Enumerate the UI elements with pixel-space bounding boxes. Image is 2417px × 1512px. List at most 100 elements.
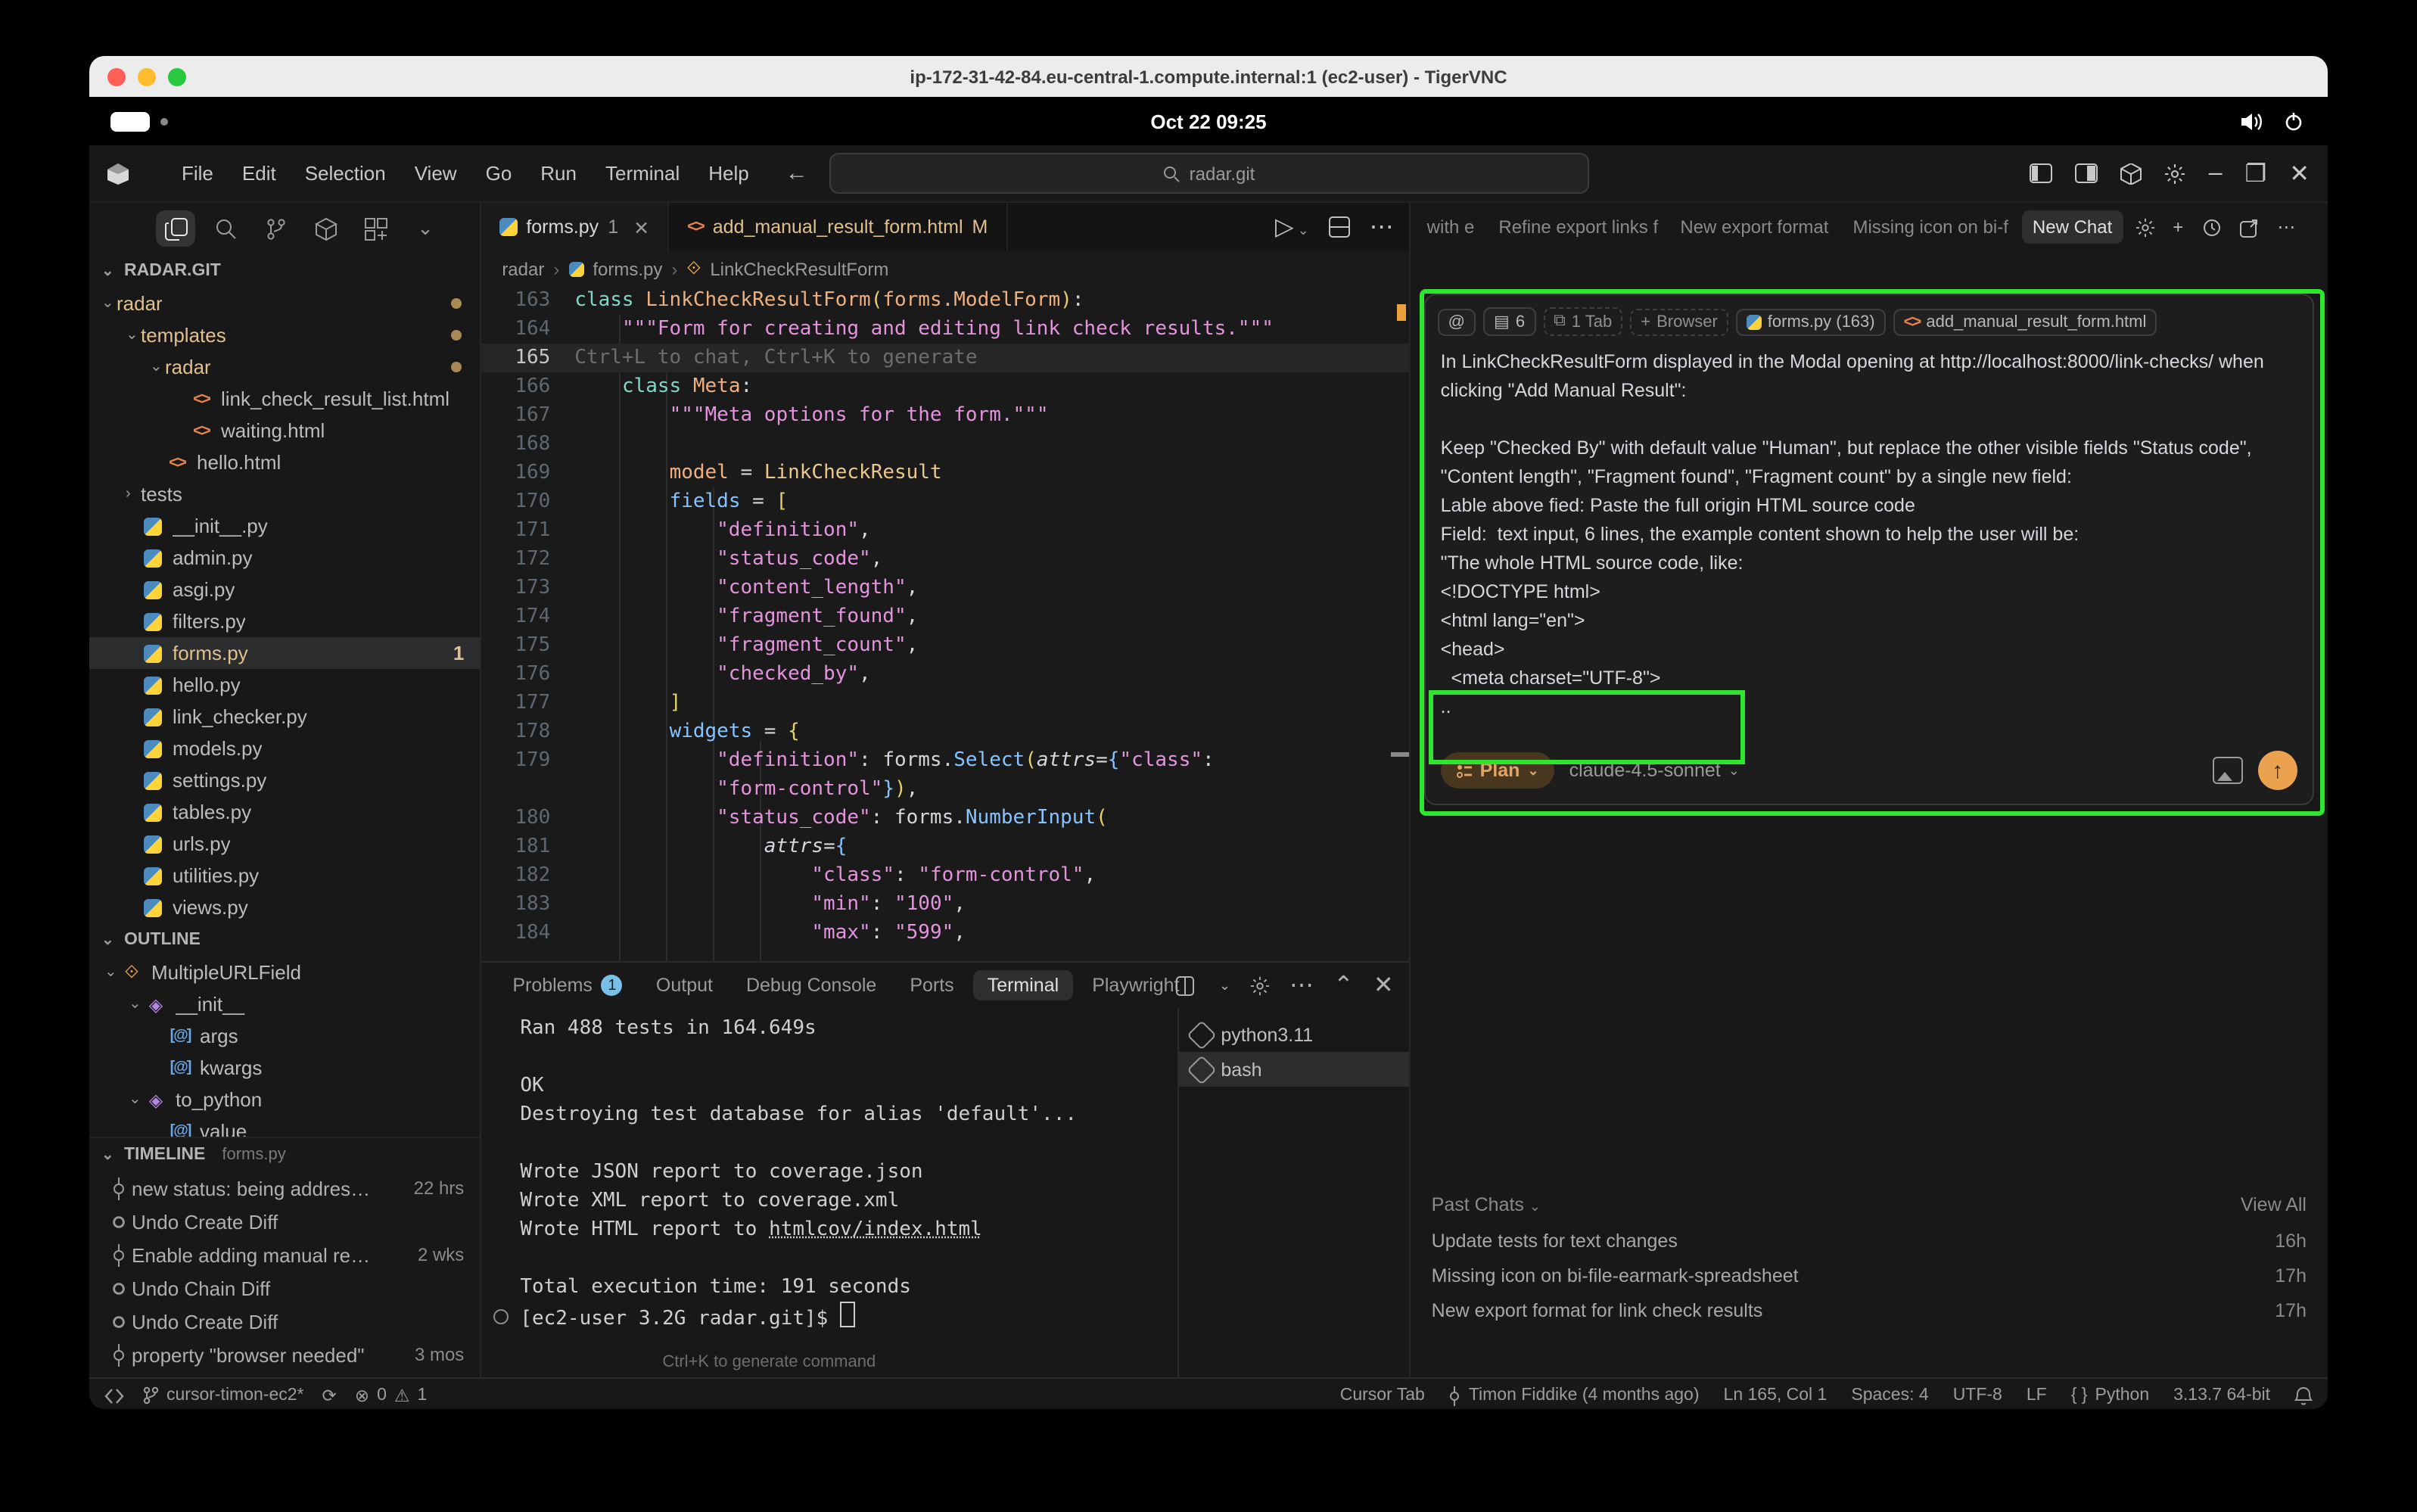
timeline-item[interactable]: Undo Create Diff: [89, 1305, 479, 1338]
chat-tab-missing-icon-on-bi-f[interactable]: Missing icon on bi-f: [1842, 210, 2018, 244]
panel-close-icon[interactable]: ✕: [1373, 970, 1394, 1000]
code-line[interactable]: 173 "content_length",: [481, 574, 1408, 602]
attach-image-icon[interactable]: [2213, 757, 2243, 784]
code-line[interactable]: 174 "fragment_found",: [481, 602, 1408, 631]
outline-header[interactable]: ⌄OUTLINE: [89, 923, 479, 957]
panel-tab-ports[interactable]: Ports: [896, 970, 967, 1000]
mode-selector-plan[interactable]: Plan ⌄: [1441, 752, 1554, 789]
git-branch-indicator[interactable]: cursor-timon-ec2*: [142, 1386, 304, 1405]
menu-view[interactable]: View: [415, 162, 457, 185]
code-line[interactable]: 178 widgets = {: [481, 717, 1408, 746]
chat-history-icon[interactable]: [2201, 217, 2221, 237]
timeline-item[interactable]: Enable adding manual resul...2 wks: [89, 1238, 479, 1271]
code-line[interactable]: 179 "definition": forms.Select(attrs={"c…: [481, 746, 1408, 775]
problems-indicator[interactable]: ⊗0 ⚠1: [355, 1385, 428, 1406]
tree-item-settings-py[interactable]: settings.py: [89, 764, 479, 796]
outline-item--init-[interactable]: ⌄◈__init__: [89, 988, 479, 1020]
tree-item-link-check-result-list-html[interactable]: <>link_check_result_list.html: [89, 383, 479, 415]
code-line[interactable]: 182 "class": "form-control",: [481, 861, 1408, 890]
menu-file[interactable]: File: [182, 162, 213, 185]
code-line[interactable]: 175 "fragment_count",: [481, 631, 1408, 660]
editor-more-actions-icon[interactable]: ⋯: [1370, 212, 1394, 242]
explorer-view-icon[interactable]: [156, 210, 195, 247]
status-bell[interactable]: [2294, 1386, 2313, 1405]
panel-tab-debug-console[interactable]: Debug Console: [733, 970, 890, 1000]
code-line[interactable]: 168: [481, 430, 1408, 459]
chat-settings-icon[interactable]: [2135, 217, 2154, 237]
toggle-sidebar-icon[interactable]: [2030, 163, 2053, 183]
tree-item-hello-html[interactable]: <>hello.html: [89, 446, 479, 478]
menu-help[interactable]: Help: [708, 162, 749, 185]
context-pill--[interactable]: @: [1438, 308, 1476, 335]
split-editor-icon[interactable]: [1329, 216, 1350, 238]
code-line[interactable]: 181 attrs={: [481, 832, 1408, 861]
outline-item-value[interactable]: [@]value: [89, 1115, 479, 1137]
panel-maximize-icon[interactable]: ⌃: [1333, 970, 1354, 1000]
send-message-button[interactable]: ↑: [2258, 751, 2297, 790]
code-line[interactable]: 170 fields = [: [481, 487, 1408, 516]
code-line[interactable]: 172 "status_code",: [481, 545, 1408, 574]
tab-forms-py[interactable]: forms.py 1 ✕: [481, 203, 669, 251]
menu-terminal[interactable]: Terminal: [605, 162, 680, 185]
power-icon[interactable]: [2284, 111, 2303, 131]
breadcrumb[interactable]: radar› forms.py› ⟐ LinkCheckResultForm: [481, 251, 1408, 286]
tree-item-views-py[interactable]: views.py: [89, 891, 479, 923]
close-tab-icon[interactable]: ✕: [633, 216, 649, 238]
tree-item-utilities-py[interactable]: utilities.py: [89, 860, 479, 891]
code-line[interactable]: 177 ]: [481, 689, 1408, 717]
tree-item--init-py[interactable]: __init__.py: [89, 510, 479, 542]
search-view-icon[interactable]: [206, 210, 245, 247]
views-extra-icon[interactable]: [356, 210, 395, 247]
menu-edit[interactable]: Edit: [242, 162, 276, 185]
code-line[interactable]: 167 """Meta options for the form.""": [481, 401, 1408, 430]
view-all-link[interactable]: View All: [2241, 1194, 2307, 1215]
open-chat-window-icon[interactable]: [2239, 217, 2259, 237]
past-chats-header[interactable]: Past Chats ⌄: [1432, 1194, 1541, 1215]
timeline-item[interactable]: Undo Create Diff: [89, 1205, 479, 1238]
status-python[interactable]: { }Python: [2071, 1386, 2149, 1405]
window-minimize-icon[interactable]: –: [2209, 160, 2223, 187]
source-control-icon[interactable]: [256, 210, 295, 247]
terminal-launch-chevron-icon[interactable]: ⌄: [1219, 977, 1230, 994]
settings-gear-icon[interactable]: [2165, 163, 2186, 184]
panel-more-icon[interactable]: ⋯: [1289, 970, 1314, 1000]
extensions-view-icon[interactable]: [306, 210, 345, 247]
tree-item-tests[interactable]: ›tests: [89, 478, 479, 510]
context-pill-6[interactable]: ▤6: [1483, 307, 1535, 336]
chat-tab-with-e[interactable]: with e: [1417, 210, 1485, 244]
code-editor[interactable]: 163class LinkCheckResultForm(forms.Model…: [481, 286, 1408, 961]
terminal-link[interactable]: htmlcov/index.html: [769, 1218, 982, 1241]
status-spaces-4[interactable]: Spaces: 4: [1851, 1386, 1928, 1405]
tree-item-asgi-py[interactable]: asgi.py: [89, 574, 479, 605]
code-line[interactable]: 183 "min": "100",: [481, 890, 1408, 919]
timeline-item[interactable]: Undo Chain Diff: [89, 1271, 479, 1305]
status-3-13-7-64-bit[interactable]: 3.13.7 64-bit: [2173, 1386, 2270, 1405]
outline-item-args[interactable]: [@]args: [89, 1020, 479, 1052]
terminal-session-python3.11[interactable]: python3.11: [1178, 1017, 1411, 1052]
code-line[interactable]: 163class LinkCheckResultForm(forms.Model…: [481, 286, 1408, 315]
past-chat-item[interactable]: Missing icon on bi-file-earmark-spreadsh…: [1411, 1258, 2328, 1293]
run-python-icon[interactable]: ▷ ⌄: [1275, 212, 1309, 242]
tree-item-forms-py[interactable]: forms.py1: [89, 637, 479, 669]
chat-tab-refine-export-links-f[interactable]: Refine export links f: [1488, 210, 1666, 244]
context-pill-add-manual-result-form-html[interactable]: <>add_manual_result_form.html: [1893, 308, 2157, 335]
code-line[interactable]: "form-control"}),: [481, 775, 1408, 804]
cursor-logo-icon[interactable]: [106, 161, 130, 185]
panel-tab-terminal[interactable]: Terminal: [974, 970, 1073, 1000]
command-search-input[interactable]: radar.git: [829, 153, 1588, 194]
code-line[interactable]: 180 "status_code": forms.NumberInput(: [481, 804, 1408, 832]
past-chat-item[interactable]: Update tests for text changes16h: [1411, 1223, 2328, 1258]
tree-item-hello-py[interactable]: hello.py: [89, 669, 479, 701]
code-line[interactable]: 166 class Meta:: [481, 372, 1408, 401]
model-selector[interactable]: claude-4.5-sonnet⌄: [1569, 760, 1740, 781]
terminal-split-icon[interactable]: [1177, 975, 1199, 995]
context-pill-browser[interactable]: +Browser: [1630, 308, 1728, 335]
outline-item-MultipleURLField[interactable]: ⌄⟐MultipleURLField: [89, 957, 479, 988]
menu-go[interactable]: Go: [486, 162, 512, 185]
tree-item-waiting-html[interactable]: <>waiting.html: [89, 415, 479, 446]
chat-more-icon[interactable]: ⋯: [2277, 216, 2295, 238]
chat-tab-new-chat[interactable]: New Chat: [2022, 210, 2123, 244]
panel-tab-playwright[interactable]: Playwright: [1078, 970, 1193, 1000]
more-views-chevron-icon[interactable]: ⌄: [406, 210, 445, 247]
status-lf[interactable]: LF: [2027, 1386, 2047, 1405]
